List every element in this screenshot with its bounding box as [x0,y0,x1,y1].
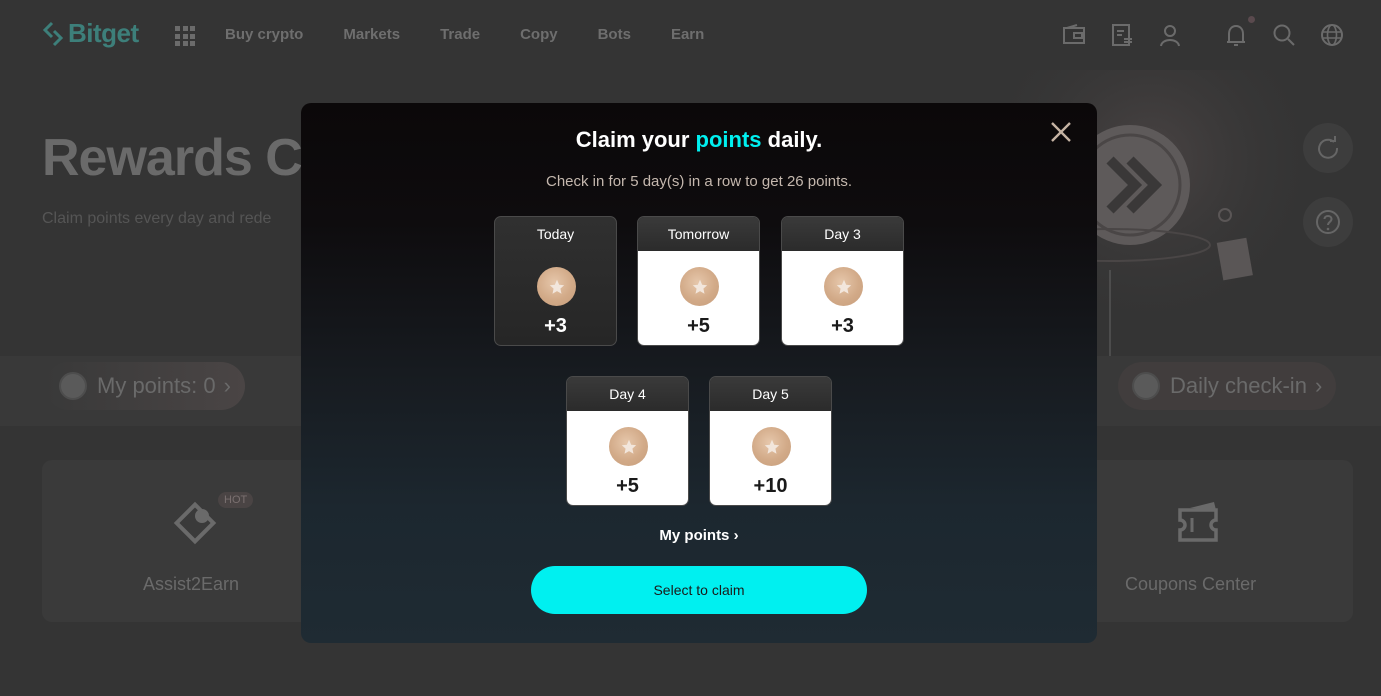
main-nav: Buy crypto Markets Trade Copy Bots Earn [225,26,744,43]
coin-star-icon [537,267,576,306]
day-points: +3 [831,315,854,337]
ticket-hand-icon [173,501,217,545]
bell-icon[interactable] [1223,16,1255,48]
daily-checkin-pill[interactable]: Daily check-in › [1118,362,1337,410]
day-points: +3 [544,315,567,337]
hot-badge: HOT [218,492,254,508]
day-card-tomorrow[interactable]: Tomorrow +5 [637,216,760,346]
page-title: Rewards C [42,129,303,187]
coupons-center-label: Coupons Center [1125,574,1257,594]
assist2earn-label: Assist2Earn [143,574,240,594]
question-icon [1316,210,1340,234]
day-points: +5 [687,315,710,337]
coin-star-icon [824,267,863,306]
refresh-icon [1318,136,1339,159]
search-icon[interactable] [1271,22,1297,48]
day-label: Day 4 [567,377,688,411]
bitget-logo-icon [42,21,64,46]
nav-markets[interactable]: Markets [343,26,400,43]
day-card-day-4[interactable]: Day 4 +5 [566,376,689,506]
apps-grid-icon[interactable] [175,26,195,46]
checkin-coin-icon [1132,372,1160,400]
nav-earn[interactable]: Earn [671,26,704,43]
nav-copy[interactable]: Copy [520,26,558,43]
day-card-day-5[interactable]: Day 5 +10 [709,376,832,506]
my-points-link[interactable]: My points › [301,527,1097,544]
header-actions [1039,16,1345,48]
daily-checkin-modal: Claim your points daily. Check in for 5 … [301,103,1097,643]
page-subtitle: Claim points every day and rede [42,210,272,227]
coin-star-icon [752,427,791,466]
orders-icon[interactable] [1109,22,1135,48]
coin-star-icon [609,427,648,466]
wallet-icon[interactable] [1061,22,1087,48]
notification-dot [1248,16,1255,23]
top-nav-bar: Bitget Buy crypto Markets Trade Copy Bot… [0,0,1381,70]
bitget-logo[interactable]: Bitget [42,18,139,49]
nav-trade[interactable]: Trade [440,26,480,43]
coupon-icon [1178,502,1218,542]
refresh-button[interactable] [1303,123,1353,173]
title-accent: points [695,127,762,152]
title-prefix: Claim your [575,127,696,152]
day-label: Day 5 [710,377,831,411]
modal-subtitle: Check in for 5 day(s) in a row to get 26… [546,173,852,190]
chevron-right-icon: › [223,373,231,398]
title-suffix: daily. [761,127,823,152]
daily-checkin-label: Daily check-in [1170,373,1307,398]
day-label: Day 3 [782,217,903,251]
user-icon[interactable] [1157,22,1183,48]
day-points: +5 [616,475,639,497]
nav-bots[interactable]: Bots [598,26,631,43]
modal-title: Claim your points daily. [301,127,1097,153]
day-label: Today [536,226,575,242]
day-label: Tomorrow [638,217,759,251]
day-card-day-3[interactable]: Day 3 +3 [781,216,904,346]
day-card-today[interactable]: Today +3 [494,216,617,346]
my-points-pill[interactable]: My points: 0 › [45,362,245,410]
coin-star-icon [680,267,719,306]
points-coin-icon [59,372,87,400]
chevron-right-icon: › [1314,373,1323,398]
day-points: +10 [753,475,788,497]
globe-icon[interactable] [1319,22,1345,48]
nav-buy-crypto[interactable]: Buy crypto [225,26,303,43]
help-button[interactable] [1303,197,1353,247]
assist2earn-card[interactable]: HOT Assist2Earn [42,460,342,622]
select-to-claim-button[interactable]: Select to claim [531,566,867,614]
my-points-label: My points: 0 [97,373,216,398]
brand-name: Bitget [68,18,139,48]
